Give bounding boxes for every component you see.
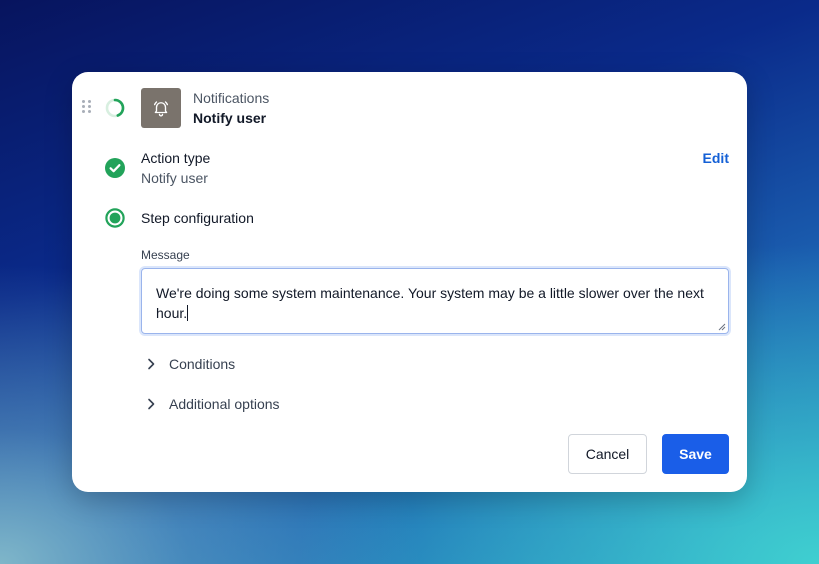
notification-app-icon bbox=[141, 88, 181, 128]
action-type-value: Notify user bbox=[141, 170, 208, 186]
check-circle-icon bbox=[105, 158, 125, 178]
message-text: We're doing some system maintenance. You… bbox=[156, 285, 704, 321]
chevron-right-icon bbox=[148, 398, 155, 410]
active-step-icon bbox=[105, 208, 125, 228]
action-type-label: Action type bbox=[141, 150, 211, 166]
conditions-toggle[interactable]: Conditions bbox=[145, 356, 235, 372]
text-caret bbox=[187, 305, 189, 321]
conditions-label: Conditions bbox=[169, 356, 236, 372]
cancel-button[interactable]: Cancel bbox=[568, 434, 647, 474]
edit-link[interactable]: Edit bbox=[703, 150, 729, 166]
drag-handle-icon[interactable] bbox=[82, 100, 92, 114]
message-label: Message bbox=[141, 248, 190, 262]
chevron-right-icon bbox=[148, 358, 155, 370]
resize-grip-icon[interactable] bbox=[718, 323, 726, 331]
bell-icon bbox=[153, 101, 169, 117]
header-category: Notifications bbox=[193, 90, 270, 106]
progress-ring-icon bbox=[105, 98, 125, 118]
save-button[interactable]: Save bbox=[662, 434, 729, 474]
header-title: Notify user bbox=[193, 110, 267, 126]
message-textarea[interactable]: We're doing some system maintenance. You… bbox=[141, 268, 729, 334]
step-card: Notifications Notify user Action type No… bbox=[72, 72, 747, 492]
additional-options-toggle[interactable]: Additional options bbox=[145, 396, 280, 412]
step-configuration-label: Step configuration bbox=[141, 210, 254, 226]
additional-options-label: Additional options bbox=[169, 396, 280, 412]
